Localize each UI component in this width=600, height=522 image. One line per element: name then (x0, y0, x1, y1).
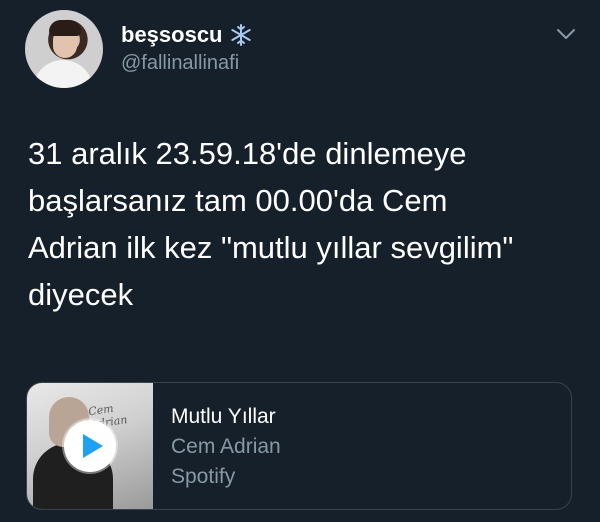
avatar-hair (49, 20, 81, 36)
avatar[interactable] (25, 10, 103, 88)
tweet-text: 31 aralık 23.59.18'de dinlemeye başlarsa… (28, 136, 514, 312)
card-source: Spotify (171, 465, 236, 488)
chevron-down-icon[interactable] (555, 26, 577, 42)
user-handle[interactable]: @fallinallinafi (121, 52, 239, 75)
play-icon (82, 434, 103, 458)
play-button[interactable] (64, 420, 116, 472)
name-row: beşsoscu (121, 22, 253, 48)
snowflake-icon (230, 24, 251, 46)
card-artist: Cem Adrian (171, 435, 281, 458)
spotify-card[interactable]: Cem Adrian Mutlu Yıllar Cem Adrian Spoti… (26, 382, 572, 510)
display-name[interactable]: beşsoscu (121, 22, 223, 48)
card-title: Mutlu Yıllar (171, 405, 276, 428)
avatar-shirt (33, 60, 93, 88)
album-art: Cem Adrian (27, 383, 153, 509)
